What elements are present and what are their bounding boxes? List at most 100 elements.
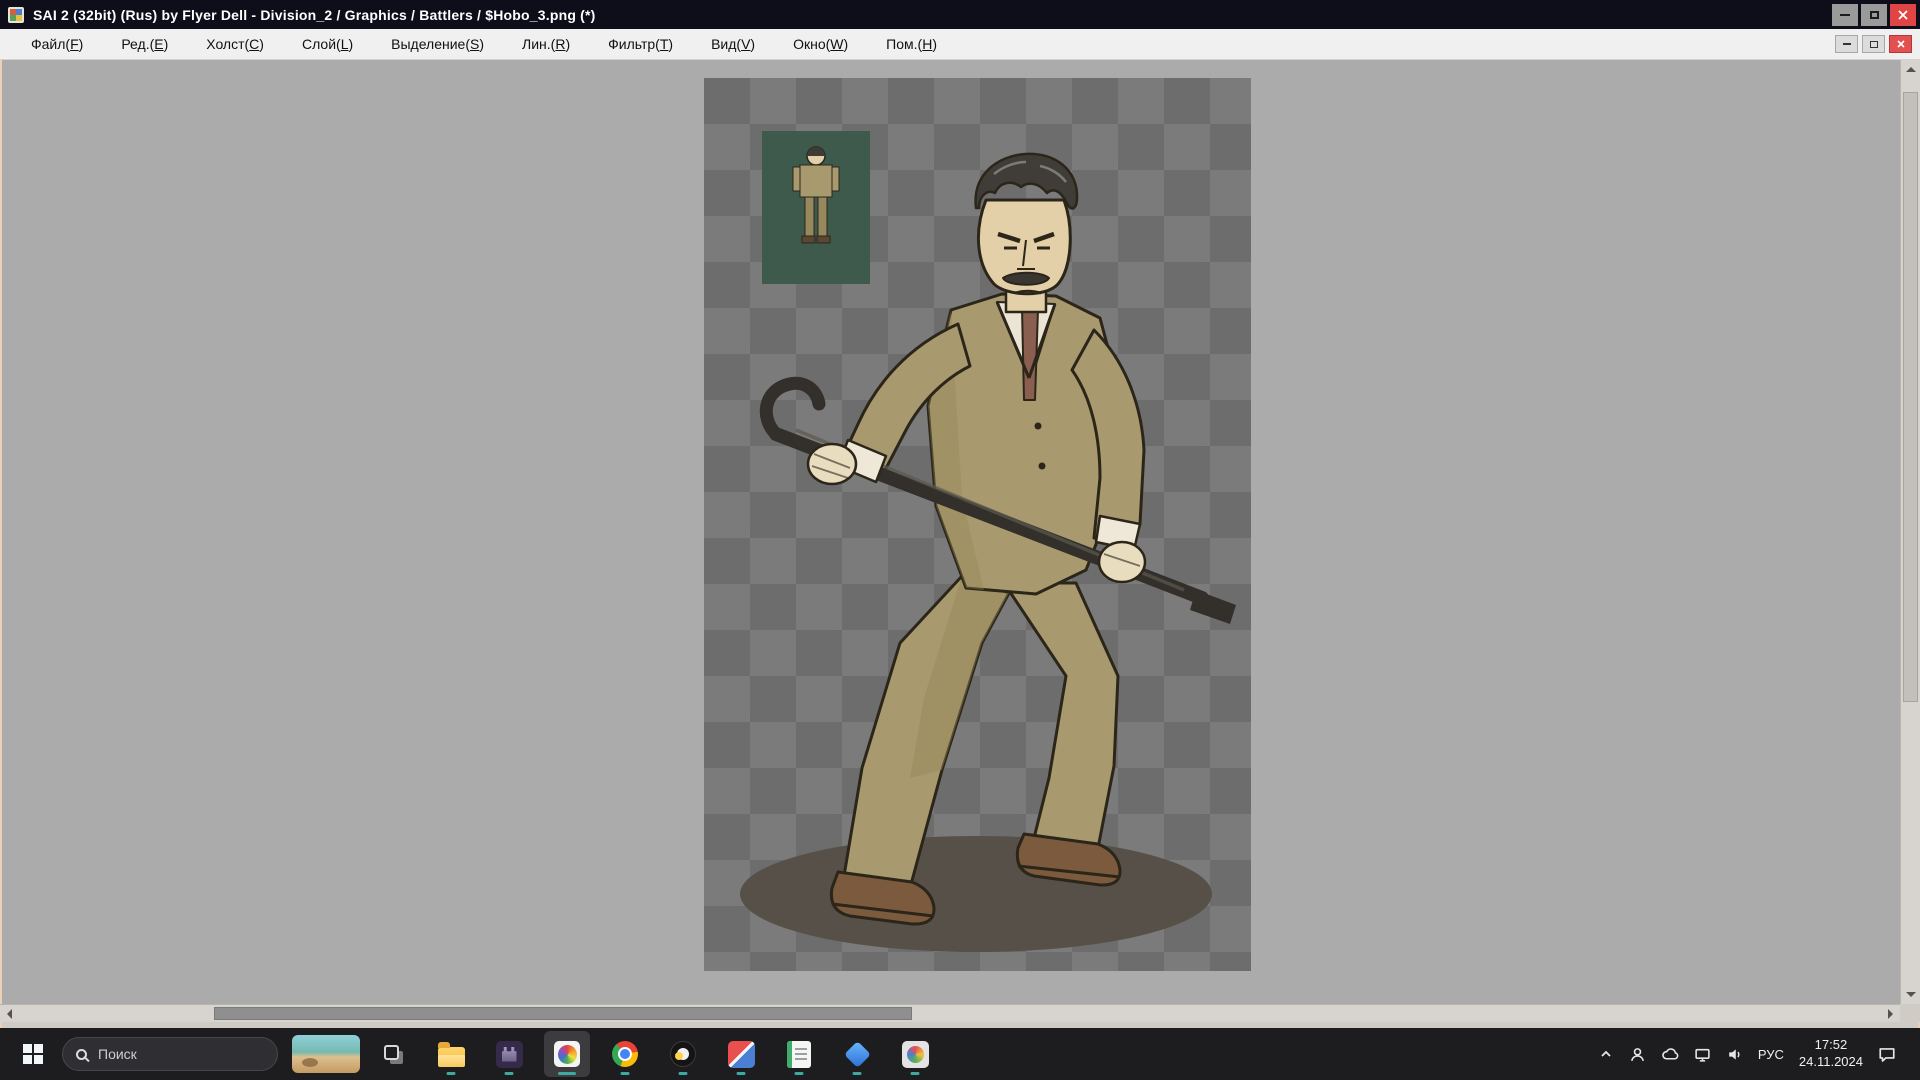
image-canvas[interactable] [704,78,1251,971]
tray-clock[interactable]: 17:52 24.11.2024 [1799,1037,1863,1071]
menu-item-file[interactable]: Файл(F) [12,36,102,52]
menu-item-label: Холст( [206,36,249,52]
scroll-up-button[interactable] [1901,60,1920,78]
menu-bar: Файл(F)Ред.(E)Холст(C)Слой(L)Выделение(S… [0,29,1920,60]
chrome-button[interactable] [602,1031,648,1077]
design-app-icon [728,1041,755,1068]
menu-item-label: ) [479,36,484,52]
person-icon[interactable] [1629,1046,1646,1063]
search-input[interactable] [96,1045,246,1063]
menu-item-label: R [555,36,565,52]
menu-item-line[interactable]: Лин.(R) [503,36,589,52]
artwork-character [704,78,1251,971]
sai-app-icon [554,1041,580,1067]
file-explorer-button[interactable] [428,1031,474,1077]
menu-item-label: Ред.( [121,36,154,52]
maximize-button[interactable] [1861,4,1887,26]
game-app-button[interactable] [486,1031,532,1077]
running-indicator [621,1072,630,1075]
arrow-left-icon [2,1009,12,1019]
weather-widget-icon[interactable] [292,1035,360,1073]
taskbar-search[interactable] [62,1037,278,1071]
menu-item-label: ) [844,36,849,52]
menu-item-help[interactable]: Пом.(H) [867,36,956,52]
language-indicator[interactable]: РУС [1758,1047,1784,1062]
menu-item-layer[interactable]: Слой(L) [283,36,372,52]
cloud-icon[interactable] [1661,1046,1679,1063]
design-app-button[interactable] [718,1031,764,1077]
yandex-app-button[interactable] [660,1031,706,1077]
menu-item-label: V [741,36,750,52]
horizontal-scroll-thumb[interactable] [214,1007,912,1020]
scroll-right-button[interactable] [1882,1005,1900,1022]
document-minimize-button[interactable] [1835,35,1858,53]
menu-item-label: ) [79,36,84,52]
menu-item-edit[interactable]: Ред.(E) [102,36,187,52]
preview-thumbnail [762,131,870,284]
menu-item-label: Слой( [302,36,341,52]
display-icon[interactable] [1694,1046,1711,1063]
menu-item-label: ) [668,36,673,52]
menu-item-label: ) [164,36,169,52]
document-restore-button[interactable] [1862,35,1885,53]
notes-app-button[interactable] [776,1031,822,1077]
paint-app-button[interactable] [892,1031,938,1077]
maximize-icon [1870,11,1879,19]
diamond-app-button[interactable] [834,1031,880,1077]
vertical-scrollbar[interactable] [1900,60,1920,1004]
search-icon [76,1049,87,1060]
running-indicator [737,1072,746,1075]
horizontal-scrollbar[interactable] [0,1004,1900,1022]
sai-app-button[interactable] [544,1031,590,1077]
scroll-down-button[interactable] [1901,986,1920,1004]
file-explorer-icon [438,1047,465,1067]
minimize-icon [1840,14,1850,16]
restore-icon [1870,41,1878,48]
close-button[interactable] [1890,4,1916,26]
system-tray: РУС 17:52 24.11.2024 [1598,1037,1910,1071]
vertical-scroll-thumb[interactable] [1903,92,1918,702]
close-icon [1898,10,1908,20]
menu-item-window[interactable]: Окно(W) [774,36,867,52]
volume-icon[interactable] [1726,1046,1743,1063]
menu-item-view[interactable]: Вид(V) [692,36,774,52]
taskbar: РУС 17:52 24.11.2024 [0,1028,1920,1080]
minimize-button[interactable] [1832,4,1858,26]
notes-app-icon [787,1041,811,1068]
menu-item-label: ) [259,36,264,52]
menu-bar-items: Файл(F)Ред.(E)Холст(C)Слой(L)Выделение(S… [12,36,956,52]
sai-window-icon [7,6,25,24]
window-title: SAI 2 (32bit) (Rus) by Flyer Dell - Divi… [33,7,596,23]
taskbar-apps [370,1031,938,1077]
menu-item-label: C [249,36,259,52]
task-view-button[interactable] [370,1031,416,1077]
menu-item-label: Окно( [793,36,830,52]
notification-icon[interactable] [1878,1045,1896,1063]
menu-item-label: Пом.( [886,36,922,52]
menu-item-label: ) [932,36,937,52]
screen: SAI 2 (32bit) (Rus) by Flyer Dell - Divi… [0,0,1920,1080]
vertical-scroll-track[interactable] [1901,78,1920,986]
tray-date: 24.11.2024 [1799,1054,1863,1071]
menu-item-label: F [70,36,79,52]
running-indicator [558,1072,576,1075]
menu-item-filter[interactable]: Фильтр(T) [589,36,692,52]
canvas-viewport[interactable] [0,60,1900,1004]
minimize-icon [1843,43,1851,45]
chrome-icon [612,1041,638,1067]
menu-item-label: Фильтр( [608,36,660,52]
chevron-up-icon[interactable] [1598,1046,1614,1062]
scroll-left-button[interactable] [0,1005,18,1022]
arrow-right-icon [1888,1009,1898,1019]
menu-item-label: Выделение( [391,36,470,52]
scrollbar-corner [1900,1004,1920,1022]
start-button[interactable] [10,1031,56,1077]
drop-shadow [740,836,1212,952]
yandex-app-icon [670,1041,696,1067]
start-icon [23,1044,43,1064]
menu-item-selection[interactable]: Выделение(S) [372,36,503,52]
menu-item-canvas[interactable]: Холст(C) [187,36,283,52]
running-indicator [679,1072,688,1075]
document-close-button[interactable] [1889,35,1912,53]
paint-app-icon [902,1041,929,1068]
